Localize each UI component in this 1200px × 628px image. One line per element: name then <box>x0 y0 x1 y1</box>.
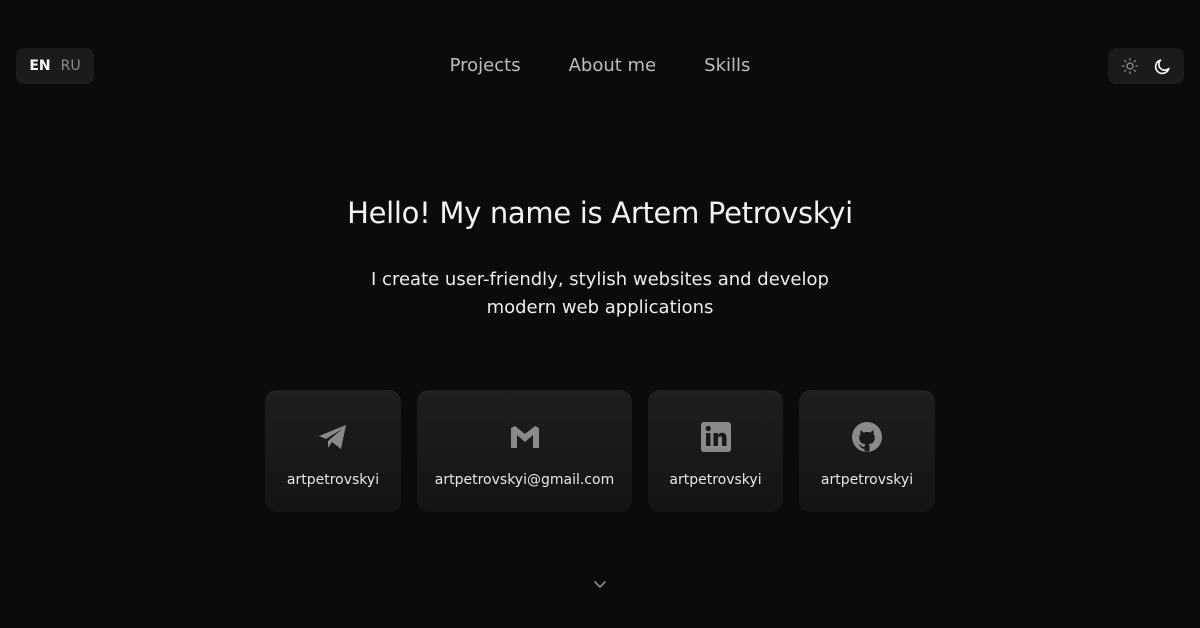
github-label: artpetrovskyi <box>820 472 914 488</box>
github-card[interactable]: artpetrovskyi <box>799 390 935 512</box>
linkedin-card[interactable]: artpetrovskyi <box>648 390 783 512</box>
chevron-down-icon[interactable] <box>590 574 610 594</box>
page: EN RU Projects About me Skills Hello! My… <box>0 0 1200 628</box>
github-icon <box>850 420 884 454</box>
hero-title: Hello! My name is Artem Petrovskyi <box>347 196 853 230</box>
hero-subtitle: I create user-friendly, stylish websites… <box>350 266 850 322</box>
theme-switcher <box>1108 48 1184 84</box>
gmail-card[interactable]: artpetrovskyi@gmail.com <box>417 390 632 512</box>
telegram-card[interactable]: artpetrovskyi <box>265 390 401 512</box>
sun-icon[interactable] <box>1120 56 1140 76</box>
main-nav: Projects About me Skills <box>0 54 1200 78</box>
contact-cards: artpetrovskyi artpetrovskyi@gmail.com ar… <box>0 390 1200 512</box>
hero-subtitle-line-2: modern web applications <box>486 297 714 318</box>
gmail-icon <box>508 420 542 454</box>
linkedin-label: artpetrovskyi <box>669 472 762 488</box>
linkedin-icon <box>699 420 733 454</box>
hero-subtitle-line-1: I create user-friendly, stylish websites… <box>371 269 829 290</box>
telegram-label: artpetrovskyi <box>286 472 380 488</box>
nav-item-projects[interactable]: Projects <box>450 54 521 78</box>
nav-item-skills[interactable]: Skills <box>704 54 750 78</box>
moon-icon[interactable] <box>1152 56 1172 76</box>
nav-item-about-me[interactable]: About me <box>569 54 657 78</box>
gmail-label: artpetrovskyi@gmail.com <box>434 472 615 488</box>
telegram-icon <box>316 420 350 454</box>
